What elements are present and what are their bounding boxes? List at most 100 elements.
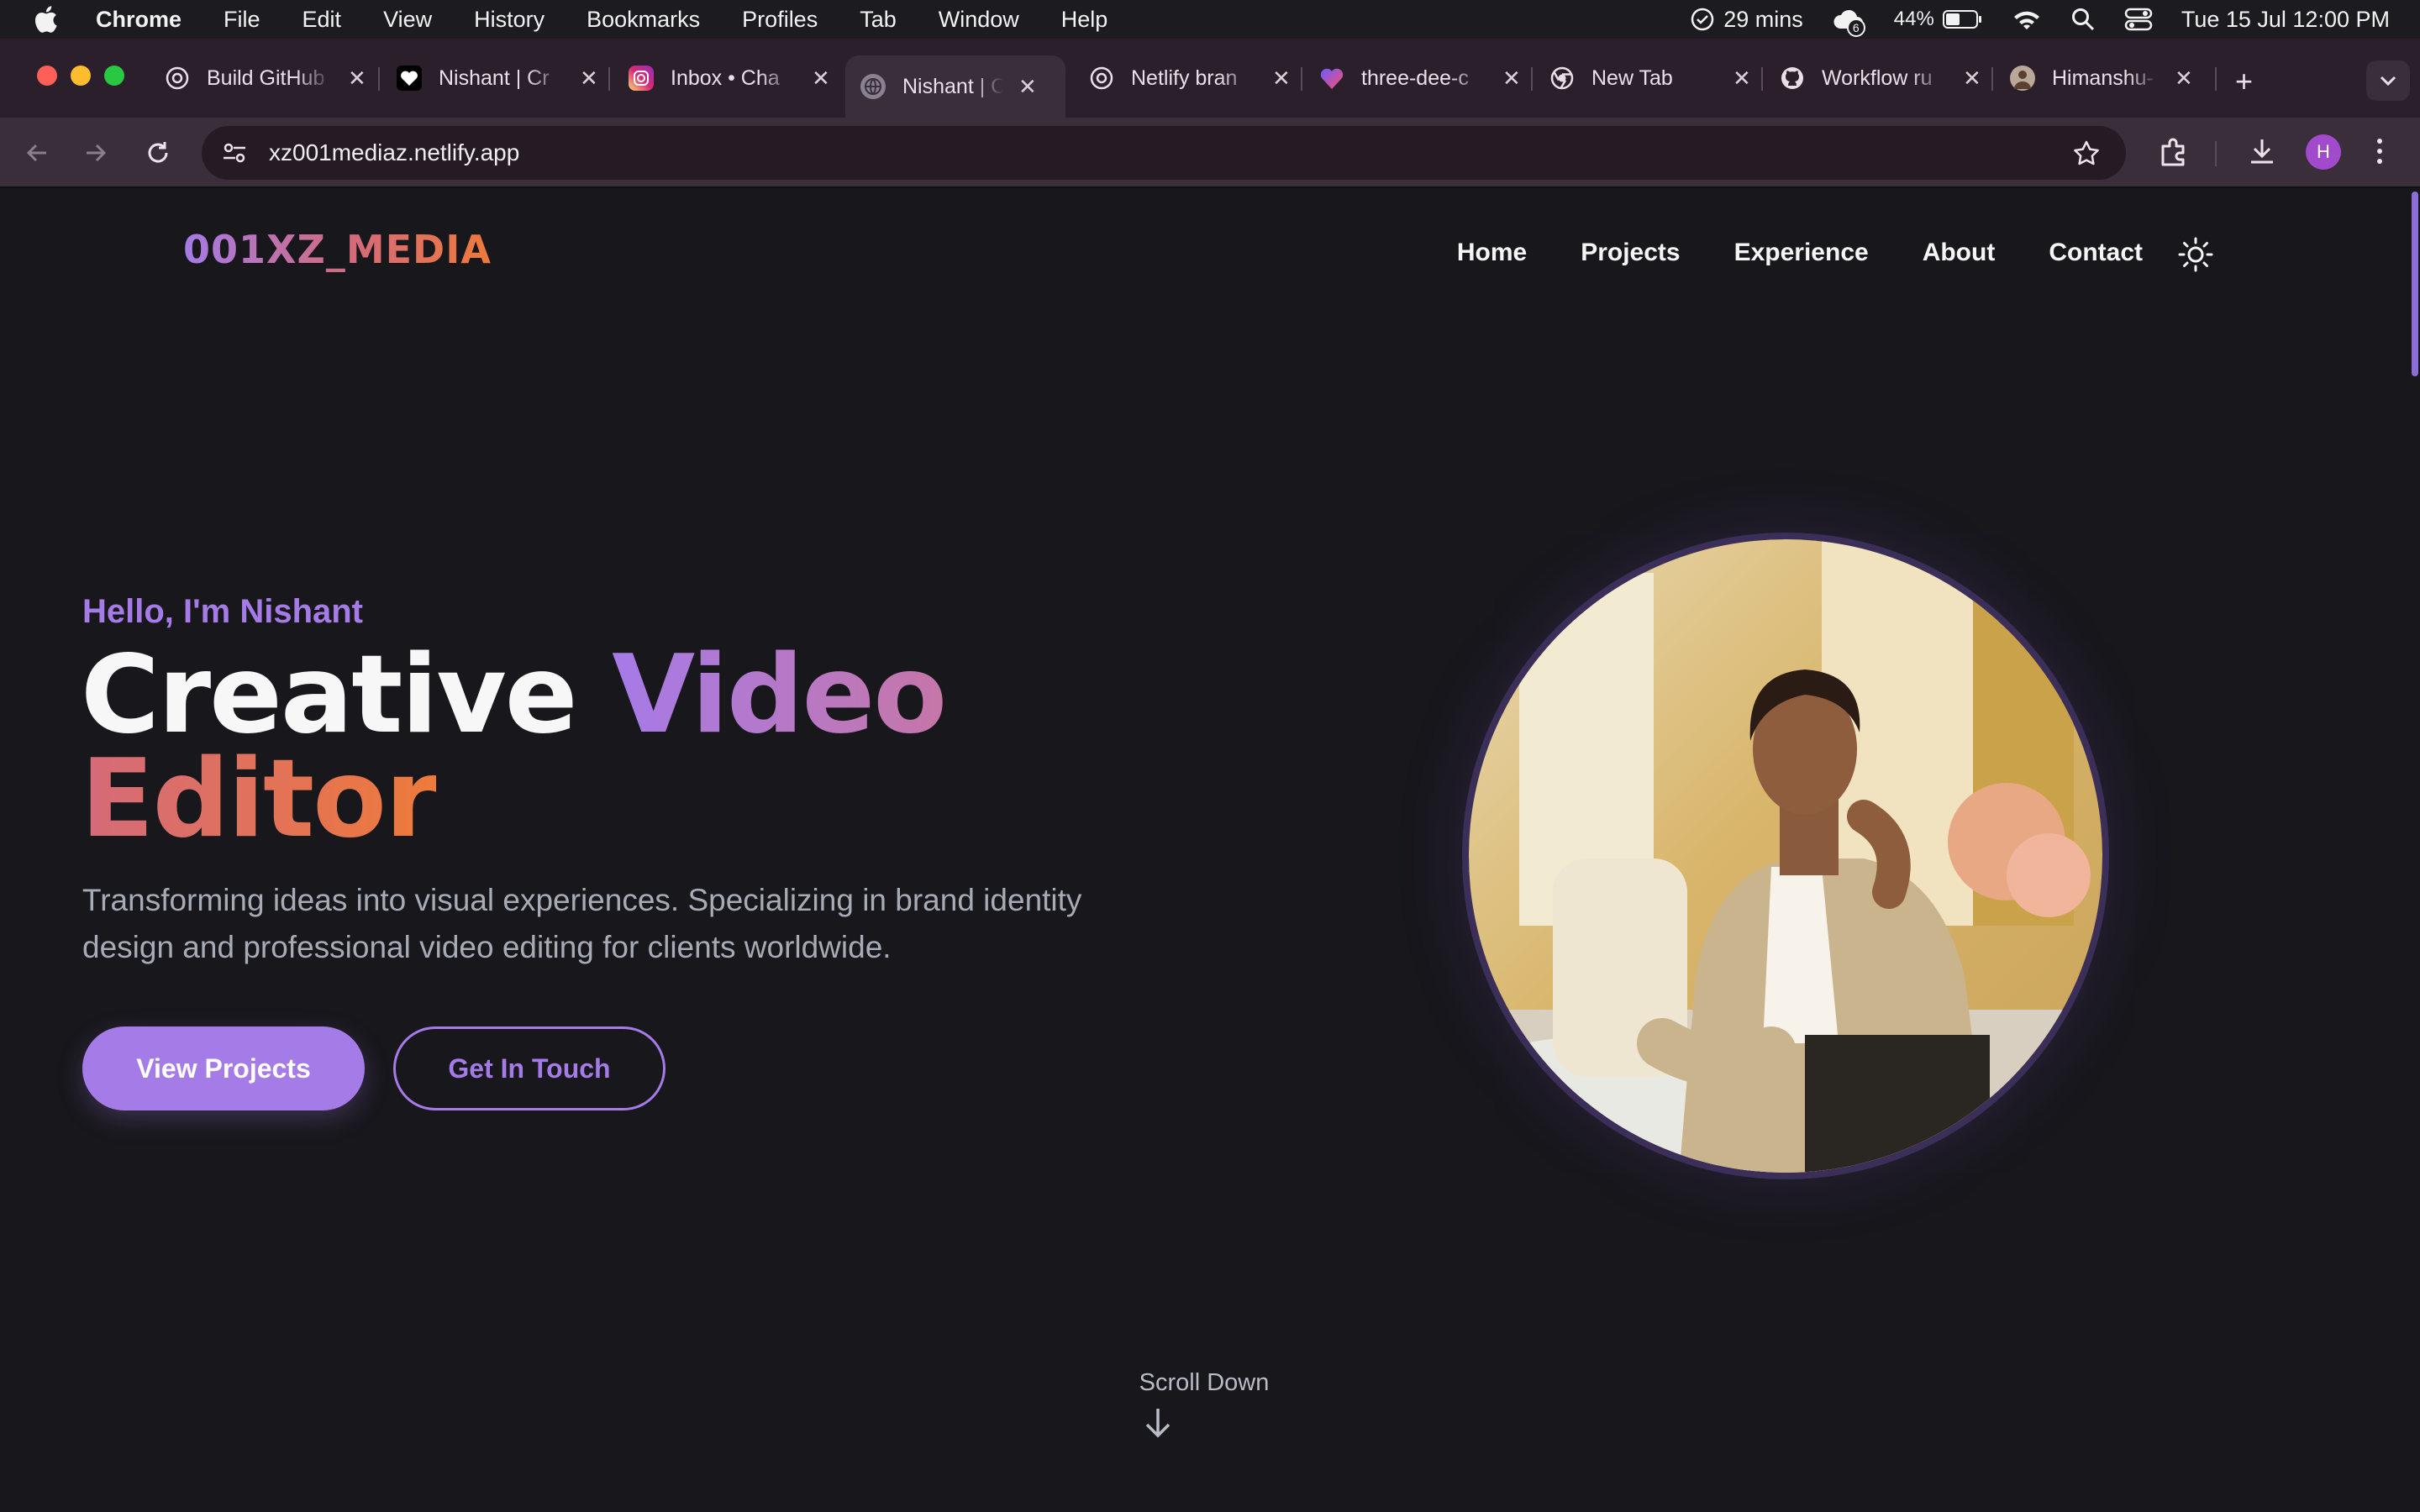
scroll-down-hint[interactable]: Scroll Down: [1092, 1369, 1316, 1397]
nav-about[interactable]: About: [1923, 239, 1996, 267]
url-text[interactable]: xz001mediaz.netlify.app: [269, 139, 519, 166]
control-center-icon[interactable]: [2124, 8, 2153, 31]
arrow-left-icon: [26, 144, 46, 162]
sun-icon: [2178, 237, 2213, 272]
menu-history[interactable]: History: [453, 7, 566, 33]
tab-title: Nishant | Cr: [439, 66, 550, 90]
openai-icon: [1089, 66, 1114, 91]
toolbar-divider: [2215, 141, 2217, 166]
wifi-icon[interactable]: [2012, 8, 2042, 31]
focus-timer[interactable]: 29 mins: [1690, 7, 1803, 33]
menu-bookmarks[interactable]: Bookmarks: [566, 7, 721, 33]
new-tab-button[interactable]: +: [2235, 64, 2253, 99]
battery-percent: 44%: [1893, 8, 1934, 30]
close-tab-icon[interactable]: ✕: [1272, 66, 1291, 92]
close-window-button[interactable]: [37, 66, 57, 86]
cloud-notification[interactable]: 6: [1832, 7, 1865, 37]
menu-app-name[interactable]: Chrome: [89, 7, 203, 33]
heart-icon: [397, 66, 422, 91]
back-button[interactable]: [20, 136, 54, 170]
avatar-icon: [2010, 66, 2035, 91]
browser-tab[interactable]: Nishant | Cr ✕: [397, 55, 598, 101]
reload-button[interactable]: [141, 136, 175, 170]
forward-button[interactable]: [79, 136, 113, 170]
tab-divider: [1301, 67, 1302, 91]
browser-tab[interactable]: three-dee-c ✕: [1319, 55, 1521, 101]
arrow-down-icon[interactable]: [1141, 1404, 1175, 1441]
more-menu-icon[interactable]: [2373, 136, 2386, 166]
view-projects-button[interactable]: View Projects: [82, 1026, 365, 1110]
window-controls: [37, 66, 124, 86]
browser-tab[interactable]: Build GitHub ✕: [165, 55, 366, 101]
close-tab-icon[interactable]: ✕: [1733, 66, 1751, 92]
minimize-window-button[interactable]: [71, 66, 91, 86]
web-page: 001XZ_MEDIA Home Projects Experience Abo…: [0, 190, 2420, 1512]
extensions-puzzle-icon[interactable]: [2158, 136, 2190, 168]
site-logo[interactable]: 001XZ_MEDIA: [183, 227, 492, 272]
tab-strip: Build GitHub ✕ Nishant | Cr ✕ Inbox • Ch…: [0, 39, 2420, 118]
globe-icon: [860, 74, 886, 99]
browser-tab-active[interactable]: Nishant | Cr ✕: [845, 55, 1065, 118]
address-bar[interactable]: xz001mediaz.netlify.app: [202, 126, 2126, 180]
chrome-icon: [1549, 66, 1575, 91]
tab-title: Himanshu-: [2052, 66, 2154, 90]
headline-word-video: Video: [612, 633, 947, 758]
menu-view[interactable]: View: [362, 7, 453, 33]
close-tab-icon[interactable]: ✕: [1502, 66, 1521, 92]
nav-experience[interactable]: Experience: [1734, 239, 1869, 267]
instagram-icon: [629, 66, 654, 91]
close-tab-icon[interactable]: ✕: [580, 66, 598, 92]
site-info-icon[interactable]: [215, 134, 254, 172]
close-tab-icon[interactable]: ✕: [2175, 66, 2193, 92]
reload-icon: [148, 142, 168, 163]
close-tab-icon[interactable]: ✕: [812, 66, 830, 92]
browser-tab[interactable]: Netlify bran ✕: [1089, 55, 1291, 101]
menubar-datetime[interactable]: Tue 15 Jul 12:00 PM: [2181, 7, 2390, 33]
scrollbar-thumb[interactable]: [2412, 192, 2418, 376]
menu-profiles[interactable]: Profiles: [721, 7, 839, 33]
tab-divider: [378, 67, 380, 91]
zoom-window-button[interactable]: [104, 66, 124, 86]
nav-projects[interactable]: Projects: [1581, 239, 1680, 267]
apple-icon[interactable]: [34, 6, 59, 33]
get-in-touch-button[interactable]: Get In Touch: [393, 1026, 666, 1110]
menu-help[interactable]: Help: [1040, 7, 1129, 33]
tab-title: Inbox • Cha: [671, 66, 780, 90]
battery-icon: [1942, 10, 1981, 29]
browser-tab[interactable]: Workflow ru ✕: [1780, 55, 1981, 101]
profile-avatar[interactable]: H: [2306, 134, 2341, 170]
tab-divider: [1991, 67, 1993, 91]
menubar-status-area: 29 mins 6 44% Tue 15 Jul 12:00 PM: [1690, 0, 2390, 39]
battery-status[interactable]: 44%: [1894, 8, 1983, 31]
hero-headline: Creative Video Editor: [81, 642, 947, 853]
tab-title: Netlify bran: [1131, 66, 1238, 90]
openai-icon: [165, 66, 190, 91]
browser-tab[interactable]: New Tab ✕: [1549, 55, 1751, 101]
download-icon[interactable]: [2247, 136, 2277, 166]
menu-tab[interactable]: Tab: [839, 7, 918, 33]
hero-subtitle: Transforming ideas into visual experienc…: [82, 883, 1082, 964]
menu-edit[interactable]: Edit: [281, 7, 363, 33]
theme-toggle-button[interactable]: [2176, 235, 2215, 274]
browser-tab[interactable]: Inbox • Cha ✕: [629, 55, 830, 101]
heart-gradient-icon: [1319, 66, 1344, 91]
chevron-down-icon: [2380, 76, 2396, 87]
spotlight-search-icon[interactable]: [2070, 7, 2096, 32]
close-tab-icon[interactable]: ✕: [348, 66, 366, 92]
menu-file[interactable]: File: [203, 7, 281, 33]
close-tab-icon[interactable]: ✕: [1018, 74, 1037, 100]
browser-toolbar: xz001mediaz.netlify.app H: [0, 118, 2420, 188]
tab-search-button[interactable]: [2366, 60, 2410, 101]
nav-contact[interactable]: Contact: [2049, 239, 2143, 267]
browser-tab[interactable]: Himanshu- ✕: [2010, 55, 2193, 101]
check-circle-icon: [1691, 8, 1714, 31]
menu-window[interactable]: Window: [918, 7, 1040, 33]
notification-count: 6: [1846, 18, 1865, 37]
tab-title: Build GitHub: [207, 66, 325, 90]
hero-greeting: Hello, I'm Nishant: [82, 593, 364, 630]
github-icon: [1780, 66, 1805, 91]
page-scrollbar[interactable]: [2408, 190, 2420, 1512]
bookmark-star-icon[interactable]: [2072, 139, 2101, 168]
nav-home[interactable]: Home: [1457, 239, 1527, 267]
close-tab-icon[interactable]: ✕: [1963, 66, 1981, 92]
